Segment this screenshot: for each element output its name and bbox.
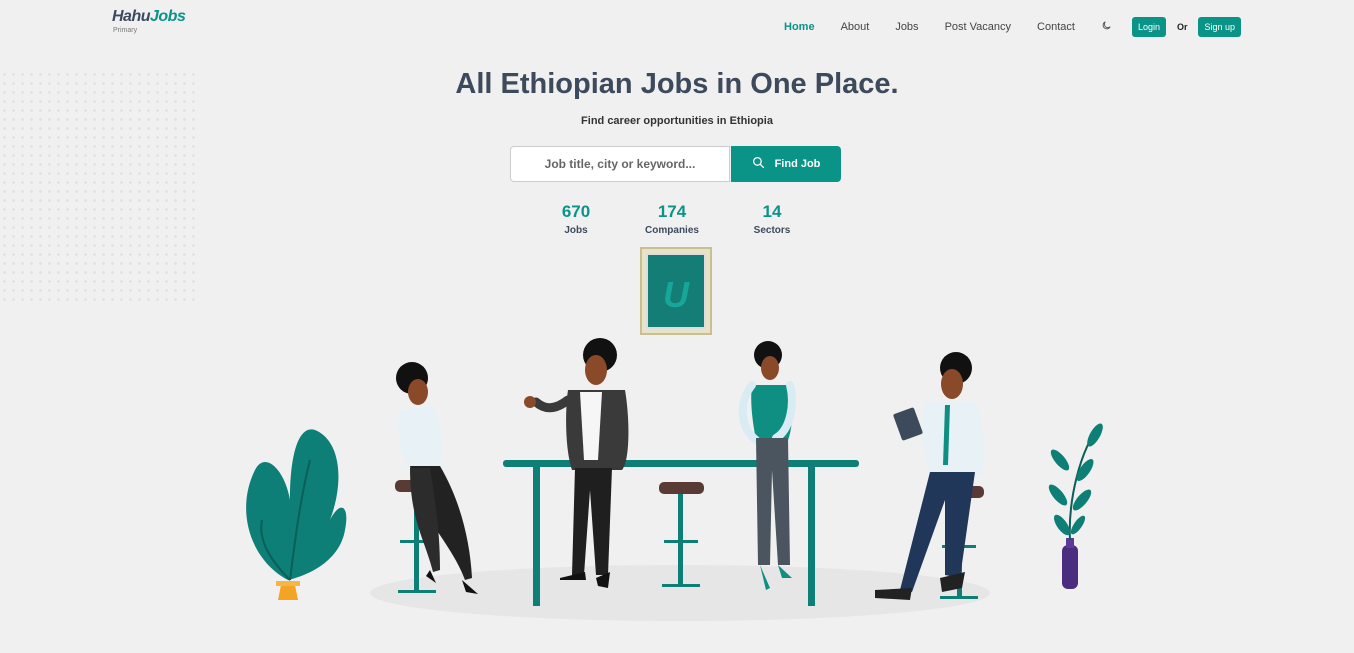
hero-illustration: U	[246, 247, 1103, 621]
stat-label: Sectors	[753, 225, 791, 236]
svg-text:U: U	[663, 274, 690, 315]
find-job-button[interactable]: Find Job	[731, 146, 841, 182]
nav-item-contact[interactable]: Contact	[1037, 21, 1075, 33]
plant-left	[246, 429, 347, 600]
search-input[interactable]	[510, 146, 730, 182]
stat-value: 174	[657, 202, 687, 221]
navbar: HahuJobs Primary Home About Jobs Post Va…	[0, 0, 1354, 48]
signup-button[interactable]: Sign up	[1198, 17, 1242, 37]
hero-subtitle: Find career opportunities in Ethiopia	[581, 115, 773, 127]
brand-logo[interactable]: HahuJobs	[112, 8, 186, 26]
nav-menu: Home About Jobs Post Vacancy Contact Log…	[784, 17, 1242, 37]
stat-companies: 174 Companies	[638, 202, 706, 236]
nav-item-about[interactable]: About	[841, 21, 870, 33]
stat-label: Jobs	[564, 225, 588, 236]
stat-sectors: 14 Sectors	[747, 202, 797, 236]
stat-jobs: 670 Jobs	[552, 202, 600, 236]
or-separator: Or	[1176, 22, 1188, 32]
stat-value: 14	[762, 202, 782, 221]
search-bar: Find Job	[510, 146, 841, 182]
nav-item-jobs[interactable]: Jobs	[895, 21, 918, 33]
brand-subtitle: Primary	[113, 27, 138, 34]
moon-icon[interactable]	[1101, 20, 1112, 34]
nav-item-home[interactable]: Home	[784, 21, 815, 33]
dot-pattern	[0, 70, 195, 305]
brand-name-part1: Hahu	[112, 8, 151, 25]
person-woman-left	[396, 362, 478, 594]
wall-frame: U	[640, 247, 712, 335]
brand-name-part2: Jobs	[150, 8, 186, 25]
search-icon	[752, 156, 765, 172]
stat-label: Companies	[645, 225, 699, 236]
find-job-label: Find Job	[774, 158, 821, 170]
person-man-tablet	[875, 352, 985, 600]
hero-title: All Ethiopian Jobs in One Place.	[455, 68, 899, 100]
stat-value: 670	[561, 202, 591, 221]
nav-item-post-vacancy[interactable]: Post Vacancy	[945, 21, 1011, 33]
login-button[interactable]: Login	[1131, 17, 1166, 37]
plant-right	[1048, 423, 1103, 589]
